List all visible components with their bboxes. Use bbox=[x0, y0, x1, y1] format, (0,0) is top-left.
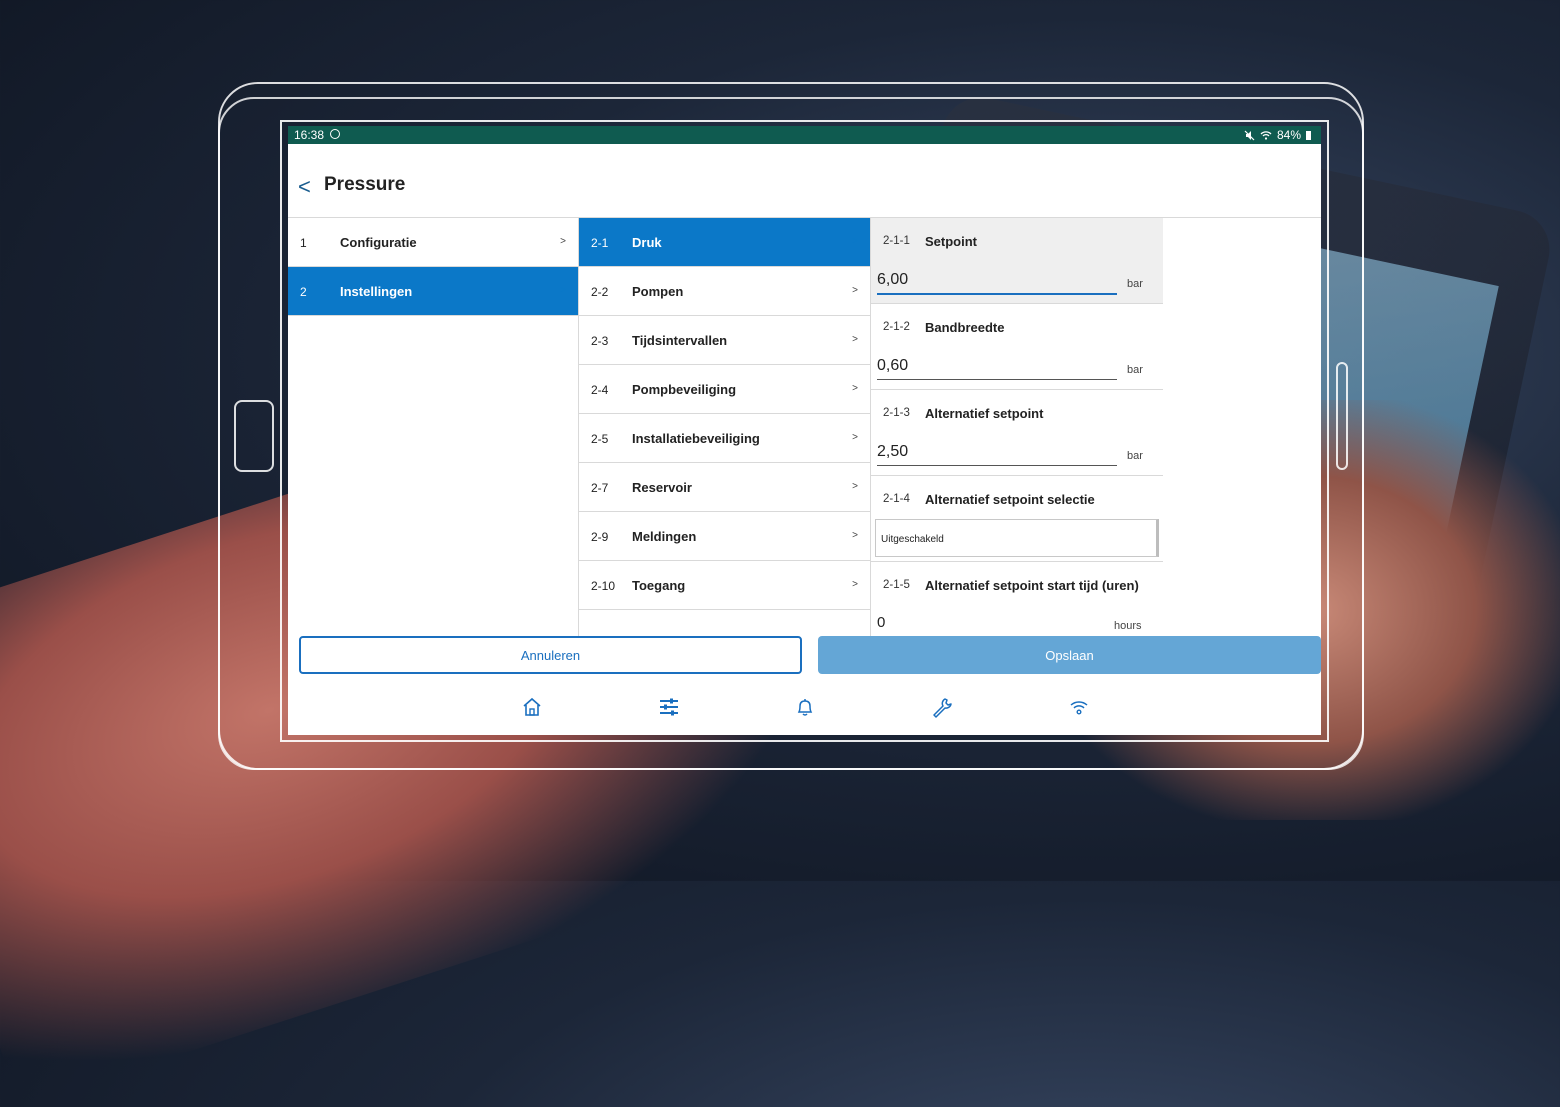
screen-record-icon bbox=[330, 129, 340, 139]
save-button[interactable]: Opslaan bbox=[818, 636, 1321, 674]
page-header: < Pressure bbox=[288, 144, 1321, 218]
menu-item-code: 2-10 bbox=[591, 579, 616, 593]
menu-item-meldingen[interactable]: 2-9 Meldingen > bbox=[579, 512, 870, 561]
bell-icon[interactable] bbox=[794, 696, 816, 718]
param-label: Alternatief setpoint bbox=[925, 406, 1044, 421]
cancel-button[interactable]: Annuleren bbox=[299, 636, 802, 674]
menu-item-configuratie[interactable]: 1 Configuratie > bbox=[288, 218, 578, 267]
param-bandbreedte: 2-1-2 Bandbreedte 0,60 bar bbox=[871, 304, 1163, 390]
menu-item-label: Pompbeveiliging bbox=[632, 382, 737, 397]
sliders-icon[interactable] bbox=[658, 696, 680, 718]
status-time: 16:38 bbox=[294, 128, 325, 142]
menu-item-code: 2 bbox=[300, 285, 307, 299]
menu-item-label: Druk bbox=[632, 235, 662, 250]
chevron-right-icon: > bbox=[852, 383, 858, 394]
param-code: 2-1-1 bbox=[883, 235, 910, 247]
chevron-right-icon: > bbox=[852, 530, 858, 541]
menu-item-code: 2-2 bbox=[591, 285, 609, 299]
menu-item-label: Reservoir bbox=[632, 480, 692, 495]
menu-item-installatiebeveiliging[interactable]: 2-5 Installatiebeveiliging > bbox=[579, 414, 870, 463]
wifi-icon[interactable] bbox=[1068, 696, 1090, 718]
chevron-right-icon: > bbox=[852, 236, 858, 247]
param-label: Setpoint bbox=[925, 234, 977, 249]
app-screen: 16:38 84% < Pressure 1 Configuratie > 2 … bbox=[288, 126, 1321, 735]
menu-column-level1: 1 Configuratie > 2 Instellingen > bbox=[288, 218, 579, 638]
menu-item-label: Installatiebeveiliging bbox=[632, 431, 760, 446]
menu-item-code: 2-1 bbox=[591, 236, 609, 250]
chevron-right-icon: > bbox=[560, 285, 566, 296]
menu-item-label: Toegang bbox=[632, 578, 686, 593]
action-bar: Annuleren Opslaan bbox=[288, 636, 1321, 676]
menu-item-code: 2-5 bbox=[591, 432, 609, 446]
device-home-button bbox=[234, 400, 274, 472]
alternatief-setpoint-selectie-select[interactable]: Uitgeschakeld bbox=[875, 519, 1159, 557]
bottom-navigation bbox=[288, 686, 1321, 734]
param-alternatief-setpoint: 2-1-3 Alternatief setpoint 2,50 bar bbox=[871, 390, 1163, 476]
mute-icon bbox=[1244, 130, 1255, 140]
battery-percent: 84% bbox=[1276, 128, 1301, 142]
param-label: Alternatief setpoint start tijd (uren) bbox=[925, 578, 1139, 593]
menu-item-label: Meldingen bbox=[632, 529, 697, 544]
wrench-icon[interactable] bbox=[931, 696, 953, 718]
param-label: Bandbreedte bbox=[925, 320, 1005, 335]
param-code: 2-1-4 bbox=[883, 493, 910, 505]
param-code: 2-1-3 bbox=[883, 407, 910, 419]
menu-item-toegang[interactable]: 2-10 Toegang > bbox=[579, 561, 870, 610]
menu-item-label: Configuratie bbox=[340, 235, 417, 250]
menu-item-pompen[interactable]: 2-2 Pompen > bbox=[579, 267, 870, 316]
param-code: 2-1-5 bbox=[883, 579, 910, 591]
device-side-button bbox=[1336, 362, 1348, 470]
param-alternatief-setpoint-start-tijd: 2-1-5 Alternatief setpoint start tijd (u… bbox=[871, 562, 1163, 636]
chevron-right-icon: > bbox=[852, 432, 858, 443]
parameter-panel: 2-1-1 Setpoint 6,00 bar 2-1-2 Bandbreedt… bbox=[871, 218, 1163, 636]
menu-item-code: 2-4 bbox=[591, 383, 609, 397]
home-icon[interactable] bbox=[521, 696, 543, 718]
chevron-right-icon: > bbox=[852, 285, 858, 296]
chevron-right-icon: > bbox=[852, 579, 858, 590]
menu-item-code: 2-9 bbox=[591, 530, 609, 544]
param-unit: bar bbox=[1127, 278, 1143, 290]
menu-item-label: Instellingen bbox=[340, 284, 413, 299]
setpoint-input[interactable]: 6,00 bbox=[877, 271, 1117, 295]
menu-item-label: Tijdsintervallen bbox=[632, 333, 728, 348]
start-tijd-input[interactable]: 0 bbox=[877, 614, 885, 631]
menu-item-tijdsintervallen[interactable]: 2-3 Tijdsintervallen > bbox=[579, 316, 870, 365]
chevron-right-icon: > bbox=[852, 334, 858, 345]
menu-item-instellingen[interactable]: 2 Instellingen > bbox=[288, 267, 578, 316]
menu-column-level2: 2-1 Druk > 2-2 Pompen > 2-3 Tijdsinterva… bbox=[579, 218, 871, 638]
menu-item-reservoir[interactable]: 2-7 Reservoir > bbox=[579, 463, 870, 512]
battery-icon bbox=[1306, 130, 1311, 140]
param-alternatief-setpoint-selectie: 2-1-4 Alternatief setpoint selectie Uitg… bbox=[871, 476, 1163, 562]
wifi-status-icon bbox=[1260, 131, 1272, 140]
param-unit: bar bbox=[1127, 364, 1143, 376]
page-title: Pressure bbox=[324, 174, 406, 195]
back-icon[interactable]: < bbox=[298, 174, 311, 200]
menu-item-label: Pompen bbox=[632, 284, 684, 299]
menu-item-code: 2-7 bbox=[591, 481, 609, 495]
param-code: 2-1-2 bbox=[883, 321, 910, 333]
chevron-right-icon: > bbox=[560, 236, 566, 247]
status-bar: 16:38 84% bbox=[288, 126, 1321, 144]
param-label: Alternatief setpoint selectie bbox=[925, 492, 1095, 507]
alternatief-setpoint-input[interactable]: 2,50 bbox=[877, 443, 1117, 466]
menu-item-code: 1 bbox=[300, 236, 307, 250]
menu-item-code: 2-3 bbox=[591, 334, 609, 348]
param-unit: hours bbox=[1114, 620, 1142, 632]
status-indicators: 84% bbox=[1244, 128, 1311, 142]
bandbreedte-input[interactable]: 0,60 bbox=[877, 357, 1117, 380]
menu-item-druk[interactable]: 2-1 Druk > bbox=[579, 218, 870, 267]
param-setpoint: 2-1-1 Setpoint 6,00 bar bbox=[871, 218, 1163, 304]
chevron-right-icon: > bbox=[852, 481, 858, 492]
menu-item-pompbeveiliging[interactable]: 2-4 Pompbeveiliging > bbox=[579, 365, 870, 414]
param-unit: bar bbox=[1127, 450, 1143, 462]
